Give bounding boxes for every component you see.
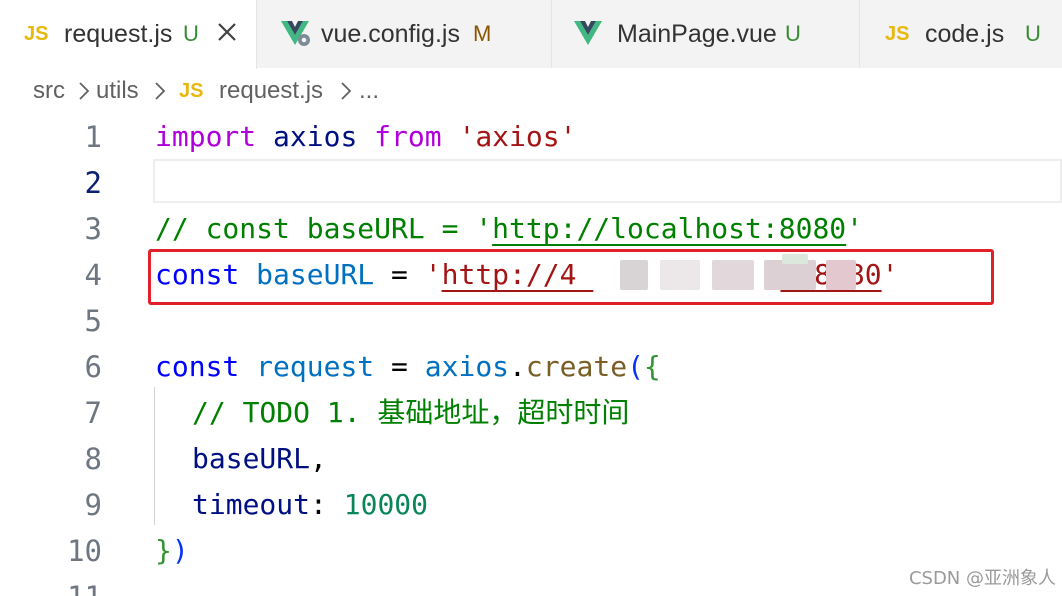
editor-tab-bar: JS request.js U vue.config.js M MainPage… [0, 0, 1062, 69]
current-line-highlight [153, 159, 1062, 203]
line-number: 2 [84, 166, 102, 200]
highlight-rectangle [148, 249, 994, 305]
breadcrumb-item-src[interactable]: src [33, 75, 65, 107]
tab-status-badge: U [1025, 21, 1041, 46]
js-file-icon: JS [885, 23, 910, 45]
tab-label: vue.config.js [321, 20, 460, 48]
tab-vue-config-js[interactable]: vue.config.js M [257, 0, 552, 68]
breadcrumb: src utils JS request.js ... [0, 69, 1062, 114]
tab-status-badge: U [183, 21, 199, 46]
tab-label: code.js [925, 20, 1005, 48]
line-number: 5 [84, 304, 102, 338]
breadcrumb-item-utils[interactable]: utils [96, 75, 139, 107]
chevron-right-icon [155, 82, 166, 100]
line-number: 1 [84, 120, 102, 154]
line-number: 10 [67, 534, 102, 568]
code-line-10: }) [155, 534, 189, 567]
close-icon[interactable] [217, 22, 237, 42]
tab-code-js[interactable]: JS code.js U [860, 0, 1062, 68]
breadcrumb-item-file[interactable]: request.js [219, 75, 323, 107]
code-line-1: import axios from 'axios' [155, 120, 577, 153]
tab-mainpage-vue[interactable]: MainPage.vue U [552, 0, 860, 68]
code-editor[interactable]: 1 2 3 4 5 6 7 8 9 10 11 import axios fro… [0, 114, 1062, 596]
chevron-right-icon [79, 82, 90, 100]
breadcrumb-item-symbols[interactable]: ... [359, 75, 379, 107]
vue-config-icon [281, 21, 310, 46]
js-file-icon: JS [179, 80, 204, 102]
code-line-6: const request = axios.create({ [155, 350, 661, 383]
vue-file-icon [574, 21, 602, 45]
line-number: 8 [84, 442, 102, 476]
line-number: 9 [84, 488, 102, 522]
chevron-right-icon [341, 82, 352, 100]
js-file-icon: JS [24, 23, 49, 45]
code-line-3: // const baseURL = 'http://localhost:808… [155, 212, 864, 245]
code-line-8: baseURL, [192, 442, 327, 475]
line-number: 4 [84, 258, 102, 292]
tab-request-js[interactable]: JS request.js U [0, 0, 257, 69]
line-number: 6 [84, 350, 102, 384]
line-number: 7 [84, 396, 102, 430]
line-number: 3 [84, 212, 102, 246]
tab-label: request.js [64, 20, 173, 48]
tab-status-badge: M [473, 21, 492, 46]
tab-label: MainPage.vue [617, 20, 777, 48]
line-number: 11 [0, 574, 102, 596]
code-line-7: // TODO 1. 基础地址，超时时间 [192, 396, 630, 429]
code-line-9: timeout: 10000 [192, 488, 429, 521]
tab-status-badge: U [785, 21, 801, 46]
watermark: CSDN @亚洲象人 [908, 568, 1056, 589]
indent-guide [154, 387, 155, 525]
